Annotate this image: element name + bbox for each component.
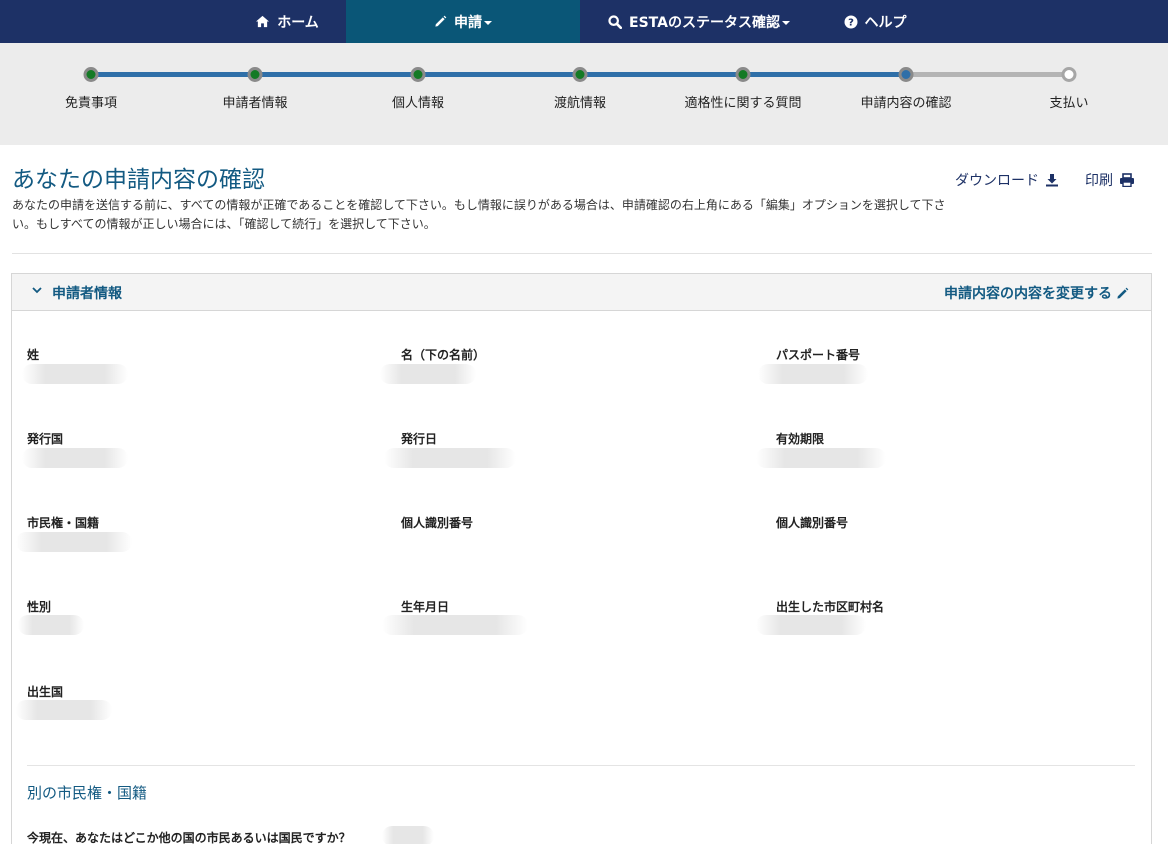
field-value-date-of-birth — [382, 615, 528, 635]
field-label-passport-number: パスポート番号 — [776, 348, 861, 362]
question-circle-icon: ? — [844, 15, 857, 28]
print-link[interactable]: 印刷 — [1085, 170, 1135, 190]
nav-help[interactable]: ? ヘルプ — [822, 0, 928, 43]
field-label-issue-date: 発行日 — [401, 432, 438, 446]
step-label-disclaimer: 免責事項 — [64, 96, 118, 111]
top-navigation: ホーム 申請 ESTAのステータス確認 ? ヘルプ — [0, 0, 1168, 43]
page-description: あなたの申請を送信する前に、すべての情報が正確であることを確認して下さい。もし情… — [12, 198, 946, 231]
home-icon — [256, 15, 270, 28]
step-label-review: 申請内容の確認 — [860, 96, 952, 111]
field-label-personal-id: 個人識別番号 — [776, 516, 849, 530]
field-label-national-id: 個人識別番号 — [401, 516, 474, 530]
field-value-issuing-country — [22, 448, 128, 468]
step-dot-applicant — [247, 67, 263, 82]
print-label: 印刷 — [1085, 173, 1113, 189]
field-label-gender: 性別 — [27, 600, 52, 614]
field-value-birth-country — [16, 700, 112, 720]
field-value-expiration-date — [756, 448, 886, 468]
nav-help-label: ヘルプ — [864, 14, 907, 31]
step-label-payment: 支払い — [1049, 96, 1089, 111]
pencil-icon — [1117, 287, 1129, 299]
field-label-birth-country: 出生国 — [27, 685, 64, 699]
svg-text:?: ? — [848, 17, 854, 28]
progress-tracker: 免責事項 申請者情報 個人情報 渡航情報 適格性に関する質問 申請内容の確認 支… — [0, 43, 1168, 145]
step-dot-personal — [410, 67, 426, 82]
progress-track-done — [91, 72, 906, 77]
field-value-citizenship — [16, 532, 132, 552]
field-label-issuing-country: 発行国 — [27, 432, 64, 446]
step-label-applicant: 申請者情報 — [222, 96, 288, 111]
download-label: ダウンロード — [955, 173, 1039, 189]
nav-status-check[interactable]: ESTAのステータス確認 — [595, 0, 803, 43]
field-value-given-name — [380, 364, 476, 384]
panel-header[interactable]: 申請者情報 申請内容の内容を変更する — [12, 274, 1151, 311]
field-value-gender — [18, 615, 84, 635]
field-label-given-name: 名（下の名前） — [401, 348, 486, 362]
chevron-down-icon[interactable] — [32, 286, 42, 294]
nav-status-check-label: ESTAのステータス確認 — [629, 14, 780, 31]
panel-title: 申請者情報 — [52, 286, 122, 302]
nav-home[interactable]: ホーム — [228, 0, 346, 43]
chevron-down-icon — [781, 20, 790, 25]
field-label-citizenship: 市民権・国籍 — [27, 516, 100, 530]
step-dot-eligibility — [735, 67, 751, 82]
step-label-travel: 渡航情報 — [553, 96, 607, 111]
applicant-info-panel: 申請者情報 申請内容の内容を変更する — [11, 273, 1152, 844]
search-icon — [608, 14, 623, 29]
field-value-birth-city — [756, 615, 866, 635]
edit-application-link[interactable]: 申請内容の内容を変更する — [944, 283, 1129, 303]
print-icon — [1120, 173, 1134, 187]
step-dot-payment — [1061, 67, 1077, 82]
step-label-personal: 個人情報 — [391, 96, 445, 111]
field-value-passport-number — [758, 364, 868, 384]
other-citizenship-title: 別の市民権・国籍 — [27, 784, 148, 802]
section-divider — [27, 765, 1135, 766]
step-label-eligibility: 適格性に関する質問 — [684, 96, 802, 111]
field-label-date-of-birth: 生年月日 — [401, 600, 450, 614]
download-icon — [1046, 174, 1058, 187]
heading-divider — [12, 253, 1152, 254]
edit-application-label: 申請内容の内容を変更する — [944, 286, 1112, 302]
step-dot-disclaimer — [83, 67, 99, 82]
field-label-expiration-date: 有効期限 — [776, 432, 825, 446]
field-value-issue-date — [384, 448, 516, 468]
other-citizenship-question: 今現在、あなたはどこか他の国の市民あるいは国民ですか？ — [27, 831, 351, 844]
pencil-icon — [435, 15, 447, 27]
field-label-birth-city: 出生した市区町村名 — [776, 600, 885, 614]
nav-apply-label: 申請 — [454, 14, 482, 31]
field-label-surname: 姓 — [27, 348, 40, 362]
download-link[interactable]: ダウンロード — [955, 170, 1059, 190]
other-citizenship-answer — [382, 826, 434, 844]
step-dot-review — [898, 67, 914, 82]
nav-apply[interactable]: 申請 — [346, 0, 580, 43]
page-title: あなたの申請内容の確認 — [12, 167, 265, 193]
chevron-down-icon — [484, 20, 492, 25]
progress-track-remaining — [906, 72, 1069, 77]
step-dot-travel — [572, 67, 588, 82]
field-value-surname — [22, 364, 128, 384]
nav-home-label: ホーム — [277, 14, 319, 31]
